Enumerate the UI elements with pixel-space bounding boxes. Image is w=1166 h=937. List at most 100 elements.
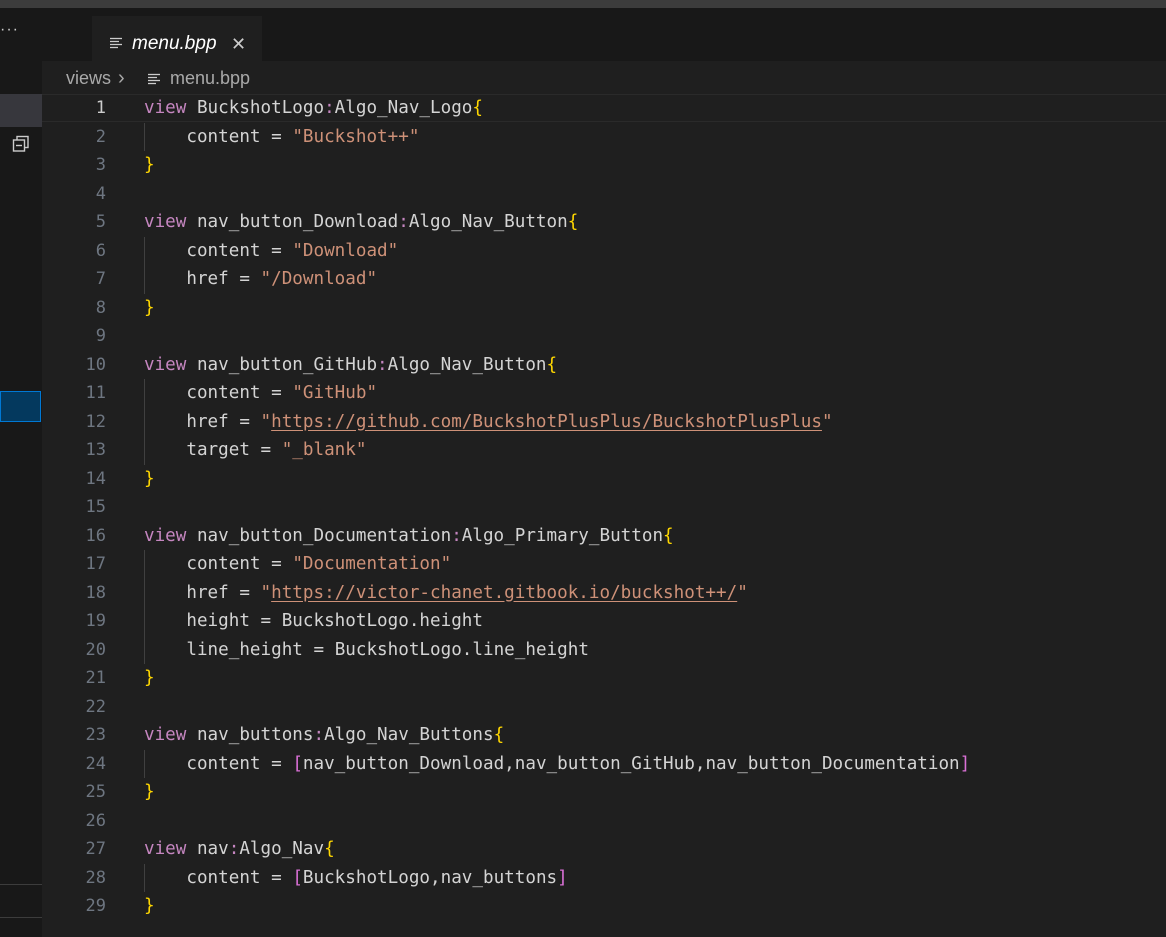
code-text: href = "https://victor-chanet.gitbook.io… [186, 582, 748, 603]
code-line[interactable]: 5 view nav_button_Download:Algo_Nav_Butto… [42, 208, 1166, 237]
line-number: 12 [85, 411, 106, 432]
code-line[interactable]: 26 [42, 807, 1166, 836]
code-text: href = "/Download" [186, 269, 378, 289]
code-text: content = "Documentation" [186, 554, 452, 574]
code-line[interactable]: 13 target = "_blank" [42, 436, 1166, 465]
code-line[interactable]: 16 view nav_button_Documentation:Algo_Pri… [42, 522, 1166, 551]
file-text-icon [110, 37, 122, 49]
code-line[interactable]: 28 content = [BuckshotLogo,nav_buttons] [42, 863, 1166, 892]
line-number: 22 [85, 696, 106, 717]
close-icon[interactable]: ✕ [231, 34, 246, 54]
line-number: 21 [85, 668, 106, 688]
code-text: } [144, 297, 155, 318]
code-text: content = "GitHub" [186, 383, 378, 403]
code-text: } [144, 155, 155, 175]
code-line[interactable]: 18 href = "https://victor-chanet.gitbook… [42, 578, 1166, 607]
line-number: 1 [95, 98, 106, 118]
line-number: 4 [95, 183, 106, 204]
line-number: 18 [85, 582, 106, 603]
code-text: } [144, 782, 155, 802]
line-number: 23 [85, 725, 106, 745]
code-text: target = "_blank" [186, 440, 367, 460]
code-editor[interactable]: 1 view BuckshotLogo:Algo_Nav_Logo{ 2 conte… [42, 94, 1166, 937]
line-number: 14 [85, 468, 106, 489]
title-bar-strip [0, 0, 1166, 8]
line-number: 24 [85, 753, 106, 774]
code-line[interactable]: 22 [42, 693, 1166, 722]
line-number: 20 [85, 639, 106, 660]
code-text: } [144, 468, 155, 489]
line-number: 9 [95, 326, 106, 346]
code-line[interactable]: 3} [42, 151, 1166, 180]
line-number: 19 [85, 611, 106, 631]
sidebar-divider [0, 917, 42, 918]
collapse-folders-icon[interactable] [11, 134, 31, 154]
code-line[interactable]: 12 href = "https://github.com/BuckshotPl… [42, 407, 1166, 436]
line-number: 26 [85, 810, 106, 831]
code-line[interactable]: 2 content = "Buckshot++" [42, 122, 1166, 151]
code-text: view nav_buttons:Algo_Nav_Buttons{ [144, 725, 505, 745]
code-text: view nav:Algo_Nav{ [144, 839, 335, 859]
code-line[interactable]: 27 view nav:Algo_Nav{ [42, 835, 1166, 864]
code-text: } [144, 896, 155, 916]
line-number: 6 [95, 240, 106, 261]
line-number: 27 [85, 839, 106, 859]
line-number: 17 [85, 554, 106, 574]
line-number: 25 [85, 782, 106, 802]
code-line[interactable]: 10 view nav_button_GitHub:Algo_Nav_Button… [42, 351, 1166, 380]
code-text: } [144, 668, 155, 688]
code-line[interactable]: 29} [42, 892, 1166, 921]
code-line[interactable]: 17 content = "Documentation" [42, 550, 1166, 579]
code-text: content = "Buckshot++" [186, 126, 420, 147]
explorer-row-selected[interactable] [0, 391, 41, 422]
code-line[interactable]: 23 view nav_buttons:Algo_Nav_Buttons{ [42, 721, 1166, 750]
code-text: view nav_button_Download:Algo_Nav_Button… [144, 212, 579, 232]
explorer-sidebar: ··· [0, 8, 42, 937]
code-text: view nav_button_GitHub:Algo_Nav_Button{ [144, 354, 558, 375]
code-text: href = "https://github.com/BuckshotPlusP… [186, 411, 833, 432]
line-number: 28 [85, 867, 106, 888]
code-line[interactable]: 15 [42, 493, 1166, 522]
code-line[interactable]: 14} [42, 465, 1166, 494]
code-line[interactable]: 24 content = [nav_button_Download,nav_bu… [42, 749, 1166, 778]
line-number: 10 [85, 354, 106, 375]
file-text-icon [148, 73, 160, 85]
code-text: line_height = BuckshotLogo.line_height [186, 639, 589, 660]
tab-menu-bpp[interactable]: menu.bpp ✕ [92, 16, 262, 70]
editor-tab-bar: menu.bpp ✕ [42, 8, 1166, 70]
tab-label: menu.bpp [132, 33, 217, 54]
explorer-row-highlighted[interactable] [0, 94, 42, 127]
code-line[interactable]: 4 [42, 180, 1166, 209]
code-text: view BuckshotLogo:Algo_Nav_Logo{ [144, 98, 483, 118]
line-number: 5 [95, 212, 106, 232]
line-number: 11 [85, 383, 106, 403]
more-actions-icon[interactable]: ··· [0, 22, 22, 38]
code-line[interactable]: 6 content = "Download" [42, 236, 1166, 265]
code-line[interactable]: 8} [42, 294, 1166, 323]
code-line[interactable]: 21} [42, 664, 1166, 693]
line-number: 8 [95, 297, 106, 318]
code-line[interactable]: 9 [42, 322, 1166, 351]
code-line[interactable]: 25} [42, 778, 1166, 807]
code-line[interactable]: 19 height = BuckshotLogo.height [42, 607, 1166, 636]
breadcrumb-file[interactable]: menu.bpp [170, 66, 250, 90]
sidebar-divider [0, 884, 42, 885]
line-number: 3 [95, 155, 106, 175]
line-number: 16 [85, 525, 106, 546]
line-number: 15 [85, 497, 106, 517]
breadcrumb-separator: › [118, 67, 125, 89]
code-line[interactable]: 20 line_height = BuckshotLogo.line_heigh… [42, 635, 1166, 664]
code-text: content = [nav_button_Download,nav_butto… [186, 753, 971, 774]
code-text: view nav_button_Documentation:Algo_Prima… [144, 525, 674, 546]
code-text: content = [BuckshotLogo,nav_buttons] [186, 867, 568, 888]
code-line[interactable]: 11 content = "GitHub" [42, 379, 1166, 408]
code-line[interactable]: 1 view BuckshotLogo:Algo_Nav_Logo{ [42, 94, 1166, 123]
line-number: 29 [85, 896, 106, 916]
line-number: 13 [85, 440, 106, 460]
breadcrumb-folder[interactable]: views [66, 66, 111, 90]
line-number: 2 [95, 126, 106, 147]
code-text: content = "Download" [186, 240, 399, 261]
code-line[interactable]: 7 href = "/Download" [42, 265, 1166, 294]
code-text: height = BuckshotLogo.height [186, 611, 483, 631]
line-number: 7 [95, 269, 106, 289]
